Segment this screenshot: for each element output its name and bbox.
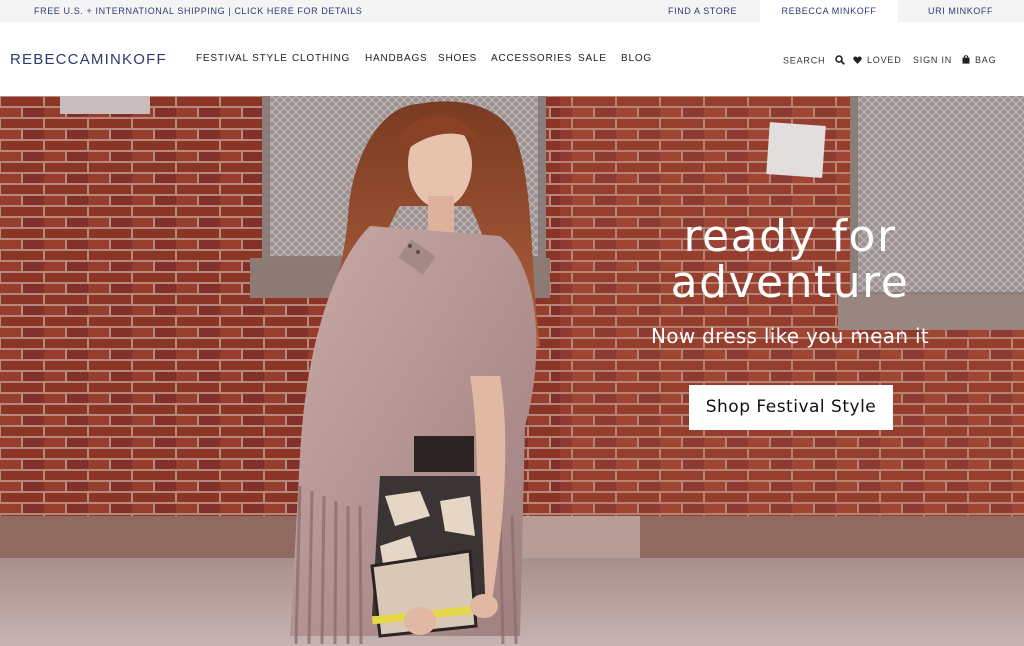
nav-item-sale[interactable]: SALE [578,53,607,64]
hero-banner[interactable]: ready for adventure Now dress like you m… [0,96,1024,646]
hero-subheadline: Now dress like you mean it [651,324,929,348]
nav-item-shoes[interactable]: SHOES [438,53,477,64]
search-icon [834,55,845,67]
search-link[interactable]: SEARCH [783,55,845,67]
top-utility-bar: FREE U.S. + INTERNATIONAL SHIPPING | CLI… [0,0,1024,22]
shipping-promo-link[interactable]: FREE U.S. + INTERNATIONAL SHIPPING | CLI… [34,6,362,16]
nav-item-blog[interactable]: BLOG [621,53,652,64]
nav-item-accessories[interactable]: ACCESSORIES [491,53,572,64]
shop-festival-style-button[interactable]: Shop Festival Style [689,385,893,430]
heart-icon [853,56,862,66]
tab-rebecca-minkoff[interactable]: REBECCA MINKOFF [760,0,898,22]
bag-label: BAG [975,55,997,65]
hero-background-image [0,96,1024,646]
hero-headline-line1: ready for [683,211,897,262]
brand-logo[interactable]: REBECCAMINKOFF [10,51,167,68]
nav-item-clothing[interactable]: CLOTHING [292,53,350,64]
bag-link[interactable]: BAG [962,55,996,66]
find-a-store-link[interactable]: FIND A STORE [668,6,737,16]
logo-word-minkoff: MINKOFF [90,51,167,68]
logo-word-rebecca: REBECCA [10,51,91,68]
nav-item-festival-style[interactable]: FESTIVAL STYLE [196,53,288,64]
hero-headline: ready for adventure [640,214,940,306]
loved-link[interactable]: LOVED [853,55,902,66]
shopping-bag-icon [962,55,970,66]
nav-item-handbags[interactable]: HANDBAGS [365,53,428,64]
sign-in-link[interactable]: SIGN IN [913,55,952,65]
loved-label: LOVED [867,55,902,65]
search-label: SEARCH [783,55,826,66]
tab-uri-minkoff[interactable]: URI MINKOFF [928,6,993,16]
site-header: REBECCAMINKOFF FESTIVAL STYLE CLOTHING H… [0,22,1024,96]
hero-headline-line2: adventure [670,257,910,308]
